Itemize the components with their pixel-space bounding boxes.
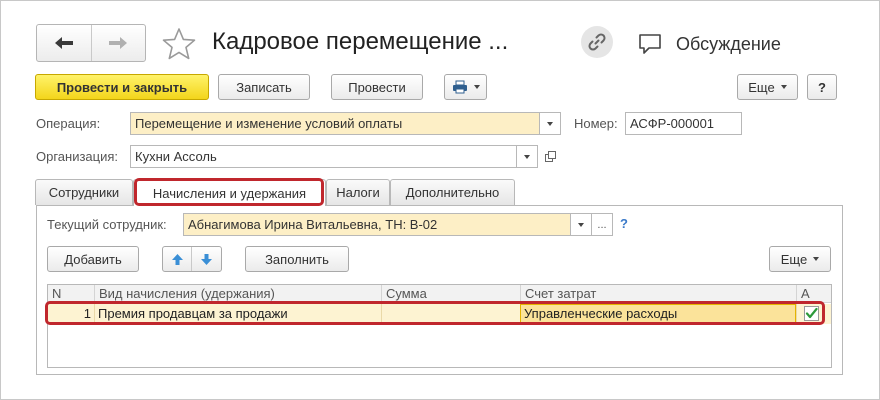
more-button[interactable]: Еще <box>737 74 798 100</box>
favorite-star-icon[interactable] <box>161 26 197 62</box>
link-icon <box>588 33 606 51</box>
chevron-down-icon <box>813 257 820 261</box>
table-more-button[interactable]: Еще <box>769 246 831 272</box>
chevron-down-icon <box>780 85 787 89</box>
column-header-a[interactable]: А <box>796 285 833 303</box>
chevron-down-icon <box>473 85 480 89</box>
chevron-down-icon <box>547 121 553 126</box>
discussion-icon[interactable] <box>638 33 662 55</box>
operation-field[interactable]: Перемещение и изменение условий оплаты <box>130 112 540 135</box>
tab-employees[interactable]: Сотрудники <box>35 179 133 205</box>
move-down-button[interactable] <box>192 247 221 271</box>
organization-dropdown-button[interactable] <box>517 145 538 168</box>
current-employee-select-button[interactable]: ... <box>592 213 613 236</box>
organization-label: Организация: <box>36 149 119 164</box>
organization-open-button[interactable] <box>541 146 560 167</box>
number-field[interactable]: АСФР-000001 <box>625 112 742 135</box>
organization-field[interactable]: Кухни Ассоль <box>130 145 517 168</box>
accruals-table: N Вид начисления (удержания) Сумма Счет … <box>47 284 832 368</box>
fill-button[interactable]: Заполнить <box>245 246 349 272</box>
chevron-down-icon <box>524 154 530 159</box>
row-a-cell <box>796 304 833 324</box>
row-account[interactable]: Управленческие расходы <box>520 304 796 324</box>
move-up-button[interactable] <box>163 247 192 271</box>
column-header-number[interactable]: N <box>48 285 94 303</box>
row-sum[interactable] <box>381 304 520 324</box>
current-employee-dropdown-button[interactable] <box>571 213 592 236</box>
arrow-down-icon <box>201 253 212 265</box>
tab-taxes[interactable]: Налоги <box>326 179 390 205</box>
tab-additional[interactable]: Дополнительно <box>390 179 515 205</box>
number-label: Номер: <box>574 116 618 131</box>
row-kind[interactable]: Премия продавцам за продажи <box>94 304 381 324</box>
print-button[interactable] <box>444 74 487 100</box>
column-header-sum[interactable]: Сумма <box>381 285 520 303</box>
forward-button[interactable] <box>90 25 146 61</box>
printer-icon <box>452 80 467 94</box>
move-buttons-group <box>162 246 222 272</box>
arrow-left-icon <box>54 37 73 49</box>
row-number: 1 <box>83 306 91 321</box>
checkmark-icon <box>805 307 818 319</box>
page-title: Кадровое перемещение ... <box>212 28 509 55</box>
post-button[interactable]: Провести <box>331 74 423 100</box>
link-button[interactable] <box>581 26 613 58</box>
navigation-group <box>36 24 146 62</box>
open-window-icon <box>545 151 556 162</box>
table-row[interactable]: 1 Премия продавцам за продажи Управленче… <box>48 304 831 324</box>
table-more-label: Еще <box>780 251 808 267</box>
post-and-close-button[interactable]: Провести и закрыть <box>35 74 209 100</box>
save-button[interactable]: Записать <box>218 74 310 100</box>
arrow-up-icon <box>171 253 183 265</box>
operation-label: Операция: <box>36 116 101 131</box>
row-checkbox[interactable] <box>804 306 819 321</box>
chevron-down-icon <box>578 222 584 227</box>
current-employee-field[interactable]: Абнагимова Ирина Витальевна, ТН: В-02 <box>183 213 571 236</box>
discussion-link[interactable]: Обсуждение <box>676 34 781 55</box>
arrow-right-icon <box>109 37 128 49</box>
more-button-label: Еще <box>748 79 775 95</box>
back-button[interactable] <box>37 25 91 61</box>
help-link[interactable]: ? <box>620 216 628 231</box>
operation-dropdown-button[interactable] <box>540 112 561 135</box>
help-button[interactable]: ? <box>807 74 837 100</box>
add-button[interactable]: Добавить <box>47 246 139 272</box>
table-header: N Вид начисления (удержания) Сумма Счет … <box>48 285 831 303</box>
column-header-kind[interactable]: Вид начисления (удержания) <box>94 285 381 303</box>
column-header-account[interactable]: Счет затрат <box>520 285 796 303</box>
tab-accruals[interactable]: Начисления и удержания <box>133 179 326 206</box>
current-employee-label: Текущий сотрудник: <box>47 217 167 232</box>
